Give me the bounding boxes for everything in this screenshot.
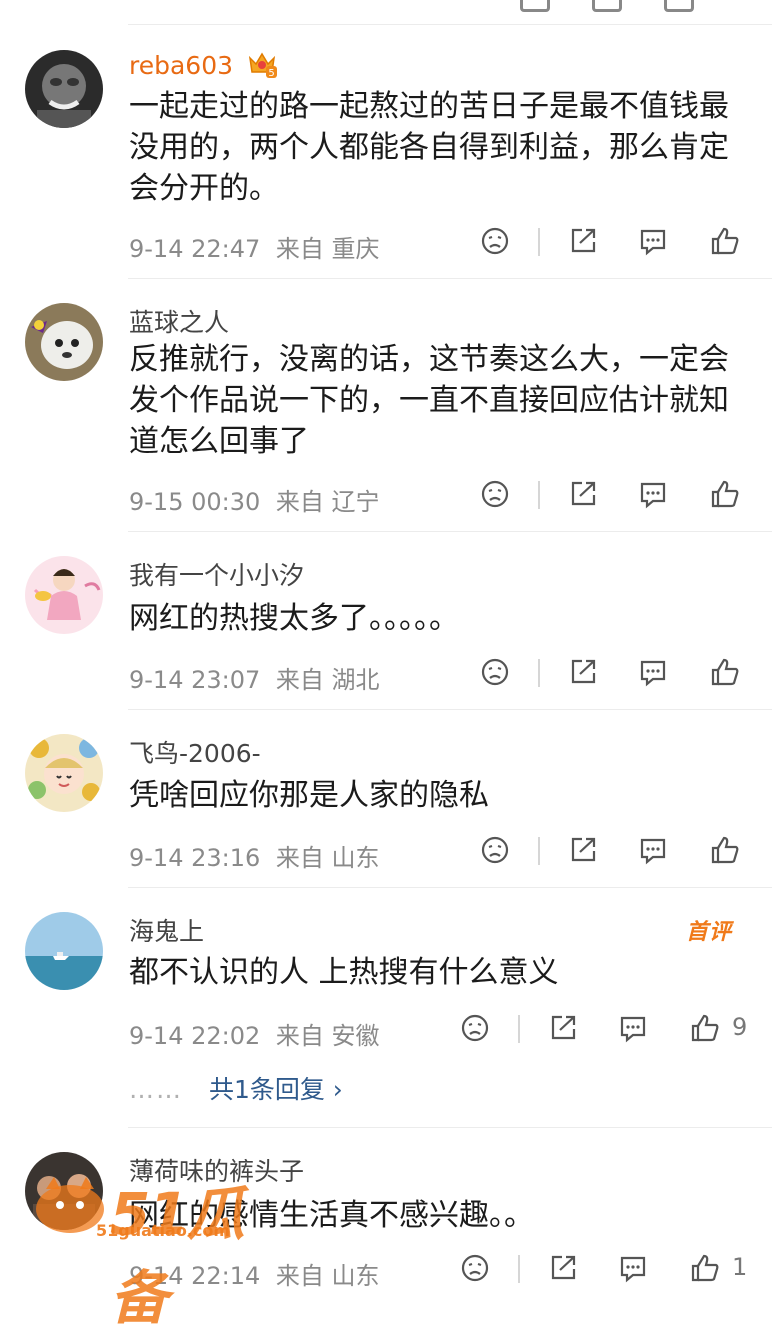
replies-label: 共1条回复 › bbox=[208, 1075, 343, 1104]
comment-actions bbox=[476, 226, 766, 260]
comment-meta: 9-14 23:16 来自 山东 bbox=[129, 838, 380, 873]
divider bbox=[128, 887, 772, 888]
vip-crown-icon: 5 bbox=[247, 50, 277, 84]
avatar[interactable] bbox=[25, 912, 103, 990]
comment-time: 9-14 23:16 bbox=[129, 844, 261, 872]
view-replies-link[interactable]: …… 共1条回复 › bbox=[129, 1070, 343, 1106]
comment-text: 都不认识的人 上热搜有什么意义 bbox=[129, 955, 559, 990]
comment-icon[interactable] bbox=[664, 0, 694, 12]
share-icon[interactable] bbox=[568, 226, 598, 256]
comment-location: 来自 山东 bbox=[275, 1262, 380, 1290]
like-count: 9 bbox=[732, 1013, 748, 1041]
separator bbox=[518, 1255, 520, 1283]
dislike-icon[interactable] bbox=[480, 835, 510, 865]
svg-text:5: 5 bbox=[268, 68, 274, 78]
share-icon[interactable] bbox=[592, 0, 622, 12]
dislike-icon[interactable] bbox=[480, 657, 510, 687]
comment-location: 来自 安徽 bbox=[275, 1022, 380, 1050]
avatar[interactable] bbox=[25, 734, 103, 812]
share-icon[interactable] bbox=[568, 479, 598, 509]
avatar[interactable] bbox=[25, 50, 103, 128]
divider bbox=[128, 709, 772, 710]
comment-actions bbox=[476, 479, 766, 513]
comment-icon[interactable] bbox=[638, 835, 668, 865]
comment-text: 网红的热搜太多了。。。。。 bbox=[129, 601, 459, 636]
divider bbox=[128, 531, 772, 532]
first-comment-badge: 首评 bbox=[685, 920, 732, 945]
comment-meta: 9-15 00:30 来自 辽宁 bbox=[129, 482, 380, 517]
like-icon[interactable] bbox=[710, 657, 740, 687]
share-icon[interactable] bbox=[548, 1013, 578, 1043]
separator bbox=[538, 481, 540, 509]
comment-icon[interactable] bbox=[638, 226, 668, 256]
separator bbox=[518, 1015, 520, 1043]
watermark-url: 51guatiao.com bbox=[96, 1221, 231, 1240]
comment-actions bbox=[476, 835, 766, 869]
comment-actions bbox=[476, 657, 766, 691]
comment-meta: 9-14 23:07 来自 湖北 bbox=[129, 660, 380, 695]
dislike-icon[interactable] bbox=[460, 1013, 490, 1043]
separator bbox=[538, 228, 540, 256]
username[interactable]: 飞鸟-2006- bbox=[129, 734, 261, 770]
comment-icon[interactable] bbox=[638, 657, 668, 687]
comment-icon[interactable] bbox=[618, 1013, 648, 1043]
comment-text: 凭啥回应你那是人家的隐私 bbox=[129, 778, 489, 813]
replies-dots: …… bbox=[129, 1075, 183, 1104]
dislike-icon[interactable] bbox=[460, 1253, 490, 1283]
share-icon[interactable] bbox=[568, 835, 598, 865]
divider bbox=[128, 278, 772, 279]
share-icon[interactable] bbox=[568, 657, 598, 687]
dislike-icon[interactable] bbox=[480, 226, 510, 256]
comment-icon[interactable] bbox=[638, 479, 668, 509]
comment-location: 来自 湖北 bbox=[275, 666, 380, 694]
comment-location: 来自 山东 bbox=[275, 844, 380, 872]
comment-meta: 9-14 22:47 来自 重庆 bbox=[129, 229, 380, 264]
comment-location: 来自 辽宁 bbox=[275, 488, 380, 516]
comment-location: 来自 重庆 bbox=[275, 235, 380, 263]
avatar[interactable] bbox=[25, 556, 103, 634]
like-icon[interactable] bbox=[710, 835, 740, 865]
like-icon[interactable] bbox=[690, 1013, 720, 1043]
comment-actions: 9 bbox=[461, 1013, 766, 1047]
like-count: 1 bbox=[732, 1253, 748, 1281]
comment-actions: 1 bbox=[461, 1253, 766, 1287]
comment-time: 9-15 00:30 bbox=[129, 488, 261, 516]
username[interactable]: reba603 5 bbox=[129, 50, 277, 84]
share-icon[interactable] bbox=[548, 1253, 578, 1283]
username[interactable]: 海鬼上 bbox=[129, 912, 204, 948]
separator bbox=[538, 837, 540, 865]
like-icon[interactable] bbox=[710, 479, 740, 509]
comment-time: 9-14 22:02 bbox=[129, 1022, 261, 1050]
comment-time: 9-14 22:47 bbox=[129, 235, 261, 263]
separator bbox=[538, 659, 540, 687]
comment-text: 一起走过的路一起熬过的苦日子是最不值钱最没用的，两个人都能各自得到利益，那么肯定… bbox=[129, 89, 729, 206]
avatar[interactable] bbox=[25, 303, 103, 381]
previous-comment-actions bbox=[520, 0, 694, 12]
comment-text: 反推就行，没离的话，这节奏这么大，一定会发个作品说一下的，一直不直接回应估计就知… bbox=[129, 342, 729, 459]
comment-icon[interactable] bbox=[618, 1253, 648, 1283]
dislike-icon[interactable] bbox=[480, 479, 510, 509]
username[interactable]: 蓝球之人 bbox=[129, 303, 229, 339]
watermark-text: 51瓜备 bbox=[110, 1180, 245, 1332]
username[interactable]: 我有一个小小汐 bbox=[129, 556, 304, 592]
dislike-icon[interactable] bbox=[520, 0, 550, 12]
comment-time: 9-14 23:07 bbox=[129, 666, 261, 694]
divider bbox=[128, 24, 772, 25]
comment-meta: 9-14 22:02 来自 安徽 bbox=[129, 1016, 380, 1051]
site-watermark: 51瓜备 51guatiao.com bbox=[30, 1165, 280, 1332]
divider bbox=[128, 1127, 772, 1128]
like-icon[interactable] bbox=[690, 1253, 720, 1283]
like-icon[interactable] bbox=[710, 226, 740, 256]
